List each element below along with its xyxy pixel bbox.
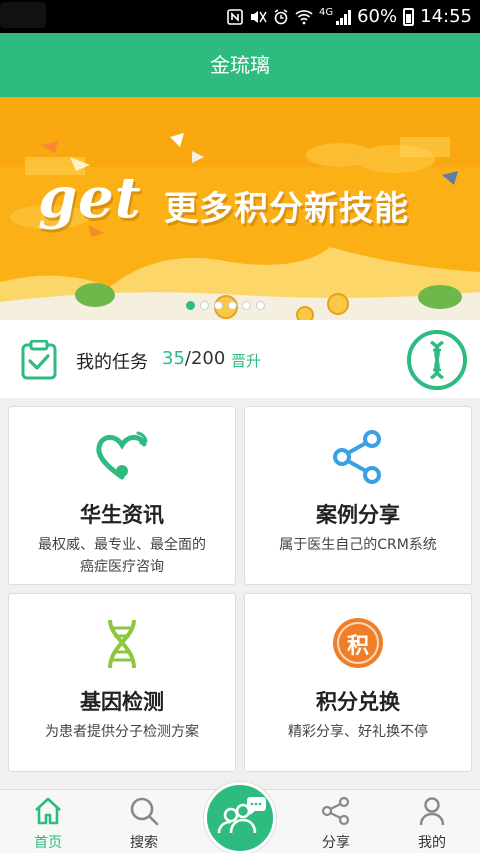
alarm-icon — [273, 8, 289, 25]
title-bar: 金琉璃 — [0, 33, 480, 97]
carousel-dots[interactable] — [186, 301, 265, 310]
community-fab-button[interactable] — [204, 782, 276, 853]
status-bar: 4G 60% 14:55 — [0, 0, 480, 33]
card-desc-line: 癌症医疗咨询 — [80, 559, 164, 575]
card-title: 案例分享 — [316, 503, 400, 527]
nav-search[interactable]: 搜索 — [104, 790, 184, 853]
card-desc-line: 属于医生自己的CRM系统 — [279, 537, 437, 553]
dna-badge-button[interactable] — [407, 330, 467, 390]
carousel-dot[interactable] — [200, 301, 209, 310]
share-icon — [245, 429, 471, 485]
task-label: 我的任务 — [76, 352, 148, 373]
card-description: 为患者提供分子检测方案 — [19, 721, 225, 743]
dna-icon — [429, 340, 445, 380]
card-description: 精彩分享、好礼换不停 — [255, 721, 461, 743]
task-total: 200 — [190, 348, 226, 369]
clock: 14:55 — [420, 6, 472, 27]
nav-mine[interactable]: 我的 — [392, 790, 472, 853]
card-description: 属于医生自己的CRM系统 — [255, 534, 461, 556]
share-icon — [296, 796, 376, 826]
nav-home[interactable]: 首页 — [8, 790, 88, 853]
page-title: 金琉璃 — [210, 53, 270, 77]
search-icon — [104, 796, 184, 826]
battery-percent: 60% — [357, 6, 398, 27]
notification-blob — [0, 2, 46, 28]
signal-icon — [336, 9, 352, 25]
card-title: 积分兑换 — [316, 690, 400, 714]
home-icon — [8, 796, 88, 826]
promo-banner[interactable]: get 更多积分新技能 — [0, 97, 480, 320]
network-type-label: 4G — [318, 7, 334, 18]
carousel-dot[interactable] — [186, 301, 195, 310]
card-cases[interactable]: 案例分享 属于医生自己的CRM系统 — [244, 406, 472, 585]
card-desc-line: 为患者提供分子检测方案 — [45, 724, 199, 740]
banner-get-text: get — [38, 165, 142, 231]
wifi-icon — [295, 9, 313, 25]
status-icons: 4G 60% 14:55 — [227, 0, 472, 33]
nav-mine-label: 我的 — [418, 835, 446, 851]
nfc-icon — [227, 8, 243, 25]
card-title: 华生资讯 — [80, 503, 164, 527]
carousel-dot[interactable] — [214, 301, 223, 310]
points-icon: 积 — [245, 616, 471, 672]
carousel-dot[interactable] — [256, 301, 265, 310]
nav-home-label: 首页 — [34, 835, 62, 851]
card-desc-line: 最权威、最专业、最全面的 — [38, 537, 206, 553]
upgrade-link[interactable]: 晋升 — [231, 350, 261, 371]
mute-icon — [249, 9, 267, 25]
group-chat-icon — [217, 797, 266, 834]
card-news[interactable]: 华生资讯 最权威、最专业、最全面的 癌症医疗咨询 — [8, 406, 236, 585]
banner-headline: 更多积分新技能 — [164, 189, 409, 229]
heart-signal-icon — [9, 429, 235, 485]
battery-icon — [403, 7, 415, 26]
person-icon — [392, 796, 472, 826]
card-desc-line: 精彩分享、好礼换不停 — [288, 724, 428, 740]
nav-share[interactable]: 分享 — [296, 790, 376, 853]
dna-icon — [9, 616, 235, 672]
points-badge-text: 积 — [346, 634, 369, 659]
carousel-dot[interactable] — [242, 301, 251, 310]
clipboard-check-icon — [21, 339, 57, 384]
card-title: 基因检测 — [80, 690, 164, 714]
card-genetic-test[interactable]: 基因检测 为患者提供分子检测方案 — [8, 593, 236, 772]
task-progress: 35/200 — [162, 348, 225, 369]
nav-share-label: 分享 — [322, 835, 350, 851]
task-current: 35 — [162, 348, 185, 369]
carousel-dot[interactable] — [228, 301, 237, 310]
card-description: 最权威、最专业、最全面的 癌症医疗咨询 — [19, 534, 225, 578]
card-points-exchange[interactable]: 积 积分兑换 精彩分享、好礼换不停 — [244, 593, 472, 772]
nav-search-label: 搜索 — [130, 835, 158, 851]
